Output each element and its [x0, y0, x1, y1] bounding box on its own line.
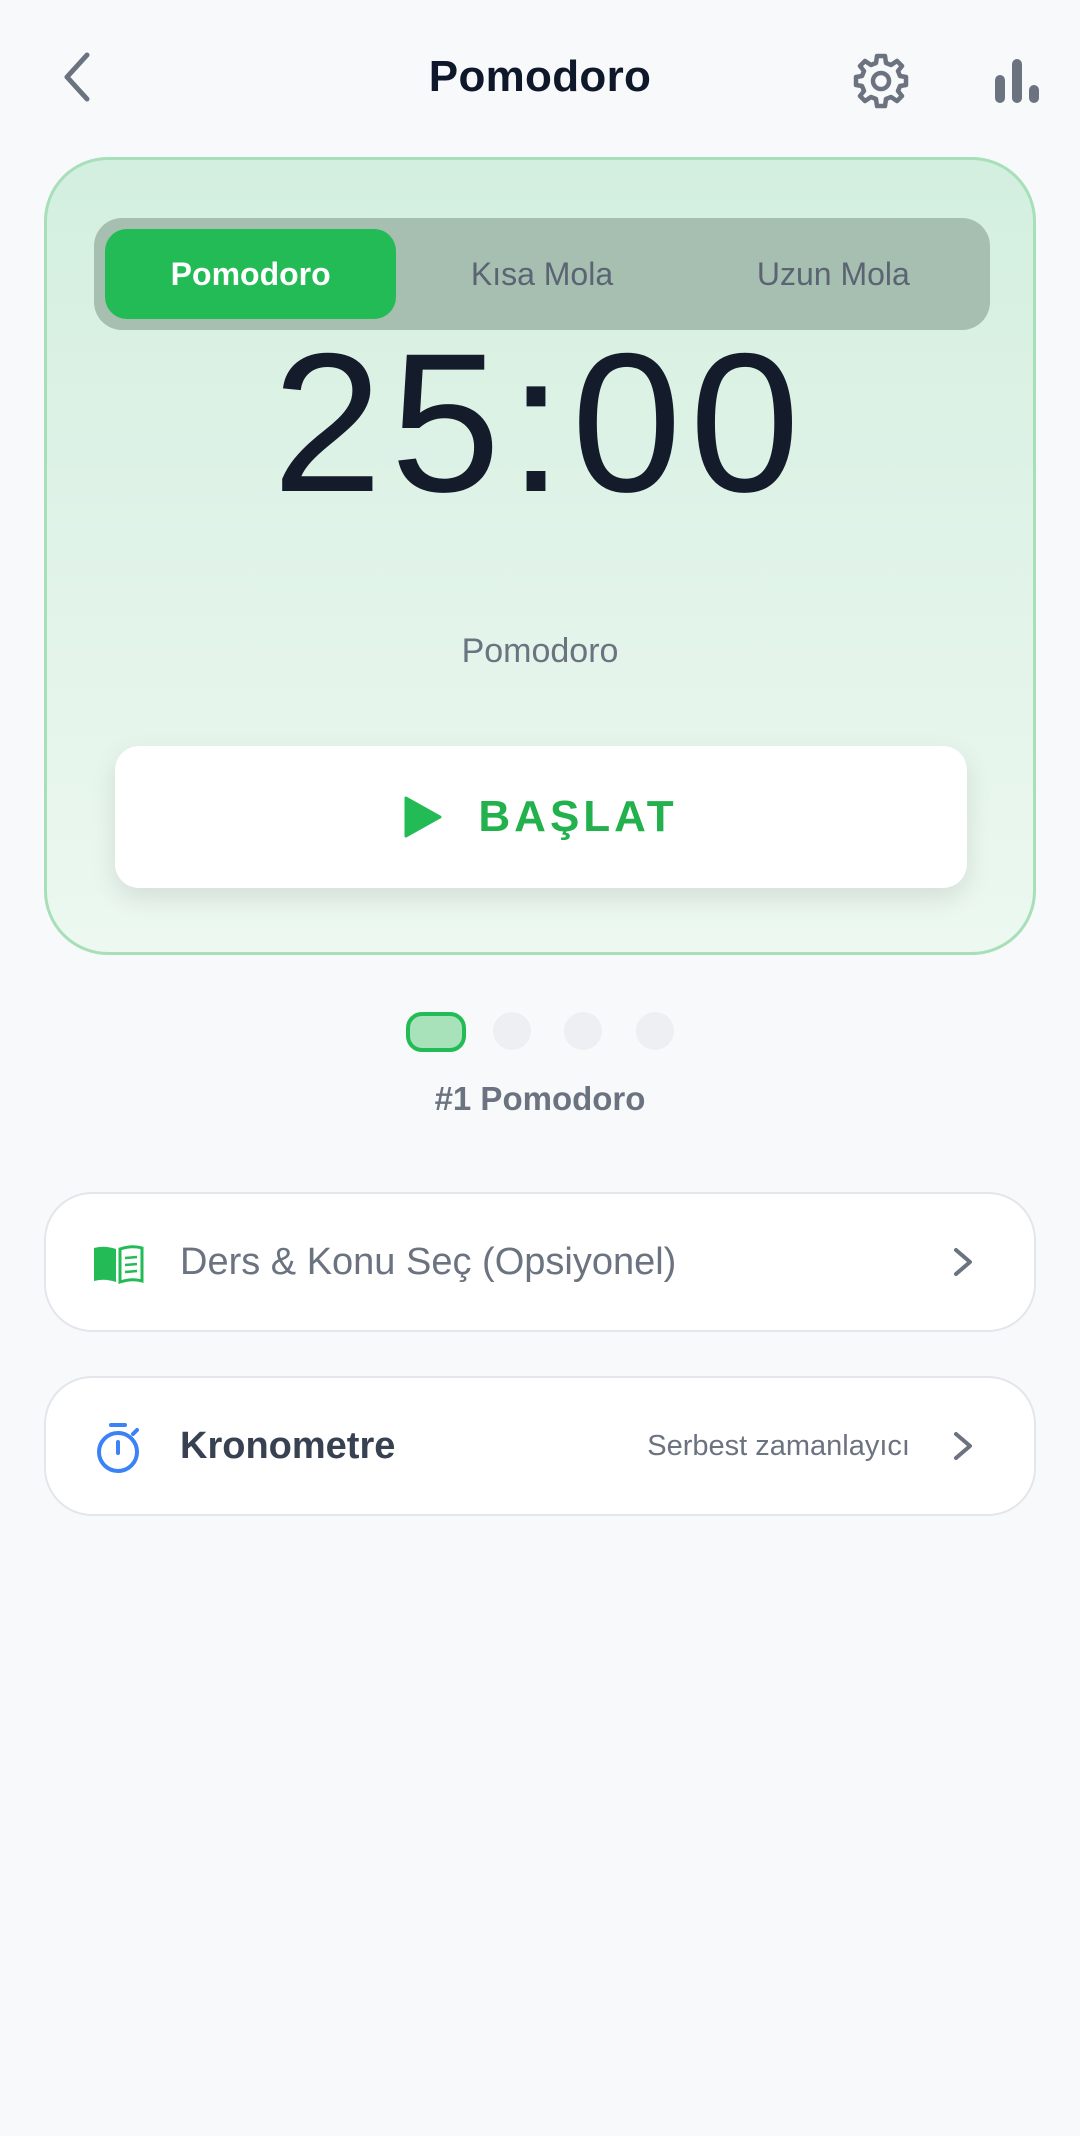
timer-display: 25:00 [272, 312, 808, 533]
session-progress-dots [0, 1012, 1080, 1052]
start-button-label: BAŞLAT [478, 792, 678, 841]
page-title: Pomodoro [428, 52, 652, 101]
tab-long-break[interactable]: Uzun Mola [688, 229, 979, 319]
tab-pomodoro[interactable]: Pomodoro [105, 229, 397, 319]
chevron-right-icon [954, 1432, 972, 1460]
statistics-button[interactable] [984, 48, 1050, 114]
session-label: #1 Pomodoro [434, 1080, 646, 1117]
select-subject-label: Ders & Konu Seç (Opsiyonel) [180, 1241, 677, 1283]
select-subject-row[interactable]: Ders & Konu Seç (Opsiyonel) [44, 1192, 1036, 1332]
tab-short-break[interactable]: Kısa Mola [396, 229, 687, 319]
app-header: Pomodoro [0, 0, 1080, 164]
chevron-right-icon [954, 1248, 972, 1276]
progress-dot [493, 1012, 531, 1050]
stopwatch-icon [92, 1422, 144, 1474]
progress-dot [636, 1012, 674, 1050]
book-icon [92, 1238, 144, 1290]
start-button[interactable]: BAŞLAT [115, 746, 967, 888]
play-icon [404, 796, 442, 838]
progress-dot-current [406, 1012, 466, 1052]
stopwatch-row[interactable]: Kronometre Serbest zamanlayıcı [44, 1376, 1036, 1516]
timer-card: Pomodoro Kısa Mola Uzun Mola 25:00 Pomod… [44, 157, 1036, 955]
mode-caption: Pomodoro [461, 632, 619, 670]
bar-chart-icon [995, 59, 1039, 103]
gear-icon [853, 53, 909, 109]
progress-dot [564, 1012, 602, 1050]
settings-button[interactable] [848, 48, 914, 114]
stopwatch-sublabel: Serbest zamanlayıcı [647, 1430, 910, 1462]
stopwatch-label: Kronometre [180, 1425, 396, 1467]
